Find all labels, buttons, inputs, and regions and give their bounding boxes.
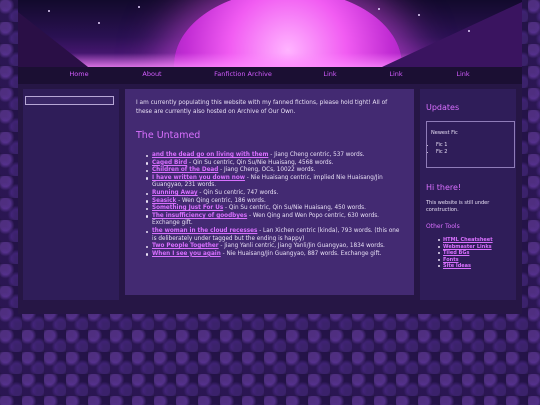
fic-list-item: and the dead go on living with them - Ji…: [146, 152, 404, 160]
banner-star: [378, 8, 380, 10]
newest-fic-box: Newest Fic Fic 1 Fic 2: [426, 121, 515, 168]
fic-title-link[interactable]: Two People Together: [152, 243, 219, 249]
header-banner-image: [18, 0, 522, 67]
fic-title-link[interactable]: the woman in the cloud recesses: [152, 228, 257, 234]
nav-fanfiction-archive-link[interactable]: Fanfiction Archive: [214, 70, 272, 78]
fic-title-link[interactable]: The insufficiency of goodbyes: [152, 213, 247, 219]
nav-link-2[interactable]: Link: [389, 70, 402, 78]
newest-fic-item: Fic 2: [436, 149, 514, 156]
newest-fic-title: Newest Fic: [431, 130, 458, 136]
main-content: I am currently populating this website w…: [125, 89, 414, 295]
fic-title-link[interactable]: Something Just For Us: [152, 205, 223, 211]
fic-list-item: Running Away - Qin Su centric, 747 words…: [146, 189, 404, 198]
site-ideas-link[interactable]: Site Ideas: [443, 263, 471, 269]
fic-description: - Jiang Yanli centric, Jiang Yanli/Jin G…: [218, 243, 385, 250]
fic-description: - Qin Su centric, 747 words.: [197, 189, 279, 196]
banner-star: [98, 22, 100, 24]
banner-star: [418, 14, 420, 16]
intro-text: I am currently populating this website w…: [136, 100, 388, 115]
tools-heading: Other Tools: [426, 223, 460, 230]
fic-title-link[interactable]: Running Away: [152, 190, 198, 196]
fic-list-item: the woman in the cloud recesses - Lan Xi…: [146, 228, 404, 243]
nav-home-link[interactable]: Home: [69, 70, 88, 78]
newest-fic-list: Fic 1 Fic 2: [431, 142, 514, 155]
fic-list-item: When I see you again - Nie Huaisang/Jin …: [146, 250, 404, 259]
fic-title-link[interactable]: When I see you again: [152, 251, 221, 257]
fic-list-item: Children of the Dead - Jiang Cheng, OCs,…: [146, 167, 404, 175]
fic-list-item: Caged Bird - Qin Su centric, Qin Su/Nie …: [146, 159, 404, 168]
html-cheatsheet-link[interactable]: HTML Cheatsheet: [443, 237, 493, 243]
fic-title-link[interactable]: Caged Bird: [152, 160, 187, 166]
fic-title-link[interactable]: Seasick: [152, 198, 176, 204]
banner-star: [48, 10, 50, 12]
fic-description: - Nie Huaisang/Jin Guangyao, 887 words. …: [220, 250, 382, 257]
fic-title-link[interactable]: and the dead go on living with them: [152, 152, 268, 158]
fic-description: - Wen Qing centric, 186 words.: [176, 197, 266, 204]
webmaster-links-link[interactable]: Webmaster Links: [443, 244, 492, 250]
fic-description: - Jiang Cheng centric, 537 words.: [268, 152, 365, 158]
hi-heading: Hi there!: [426, 183, 462, 192]
fic-title-link[interactable]: I have written you down now: [152, 175, 245, 181]
section-title: The Untamed: [136, 130, 201, 141]
left-sidebar: [23, 89, 119, 300]
fic-list: and the dead go on living with them - Ji…: [136, 152, 404, 258]
updates-heading: Updates: [426, 103, 460, 112]
fic-title-link[interactable]: Children of the Dead: [152, 167, 218, 173]
right-sidebar: Updates Newest Fic Fic 1 Fic 2 Hi there!…: [420, 89, 516, 300]
tools-item: Site Ideas: [438, 263, 516, 270]
banner-star: [468, 30, 470, 32]
fic-description: - Qin Su centric, Qin Su/Nie Huaisang, 4…: [223, 205, 366, 212]
fic-list-item: Two People Together - Jiang Yanli centri…: [146, 243, 404, 251]
banner-rock-left: [18, 12, 88, 67]
banner-rock-right: [382, 2, 522, 67]
tiled-bgs-link[interactable]: Tiled BGs: [443, 250, 469, 256]
fic-description: - Qin Su centric, Qin Su/Nie Huaisang, 4…: [187, 159, 334, 166]
nav-link-1[interactable]: Link: [323, 70, 336, 78]
nav-link-3[interactable]: Link: [456, 70, 469, 78]
fic-description: - Jiang Cheng, OCs, 10022 words.: [218, 167, 316, 174]
main-nav: Home About Fanfiction Archive Link Link …: [18, 67, 522, 84]
fic-list-item: Something Just For Us - Qin Su centric, …: [146, 205, 404, 213]
construction-notice: This website is still under construction…: [426, 200, 490, 213]
fic-list-item: Seasick - Wen Qing centric, 186 words.: [146, 197, 404, 206]
sidebar-search-box[interactable]: [25, 96, 114, 105]
fic-list-item: I have written you down now - Nie Huaisa…: [146, 175, 404, 190]
fic-list-item: The insufficiency of goodbyes - Wen Qing…: [146, 213, 404, 228]
banner-star: [138, 6, 140, 8]
nav-about-link[interactable]: About: [142, 70, 161, 78]
tools-list: HTML Cheatsheet Webmaster Links Tiled BG…: [426, 237, 516, 270]
fonts-link[interactable]: Fonts: [443, 257, 459, 263]
